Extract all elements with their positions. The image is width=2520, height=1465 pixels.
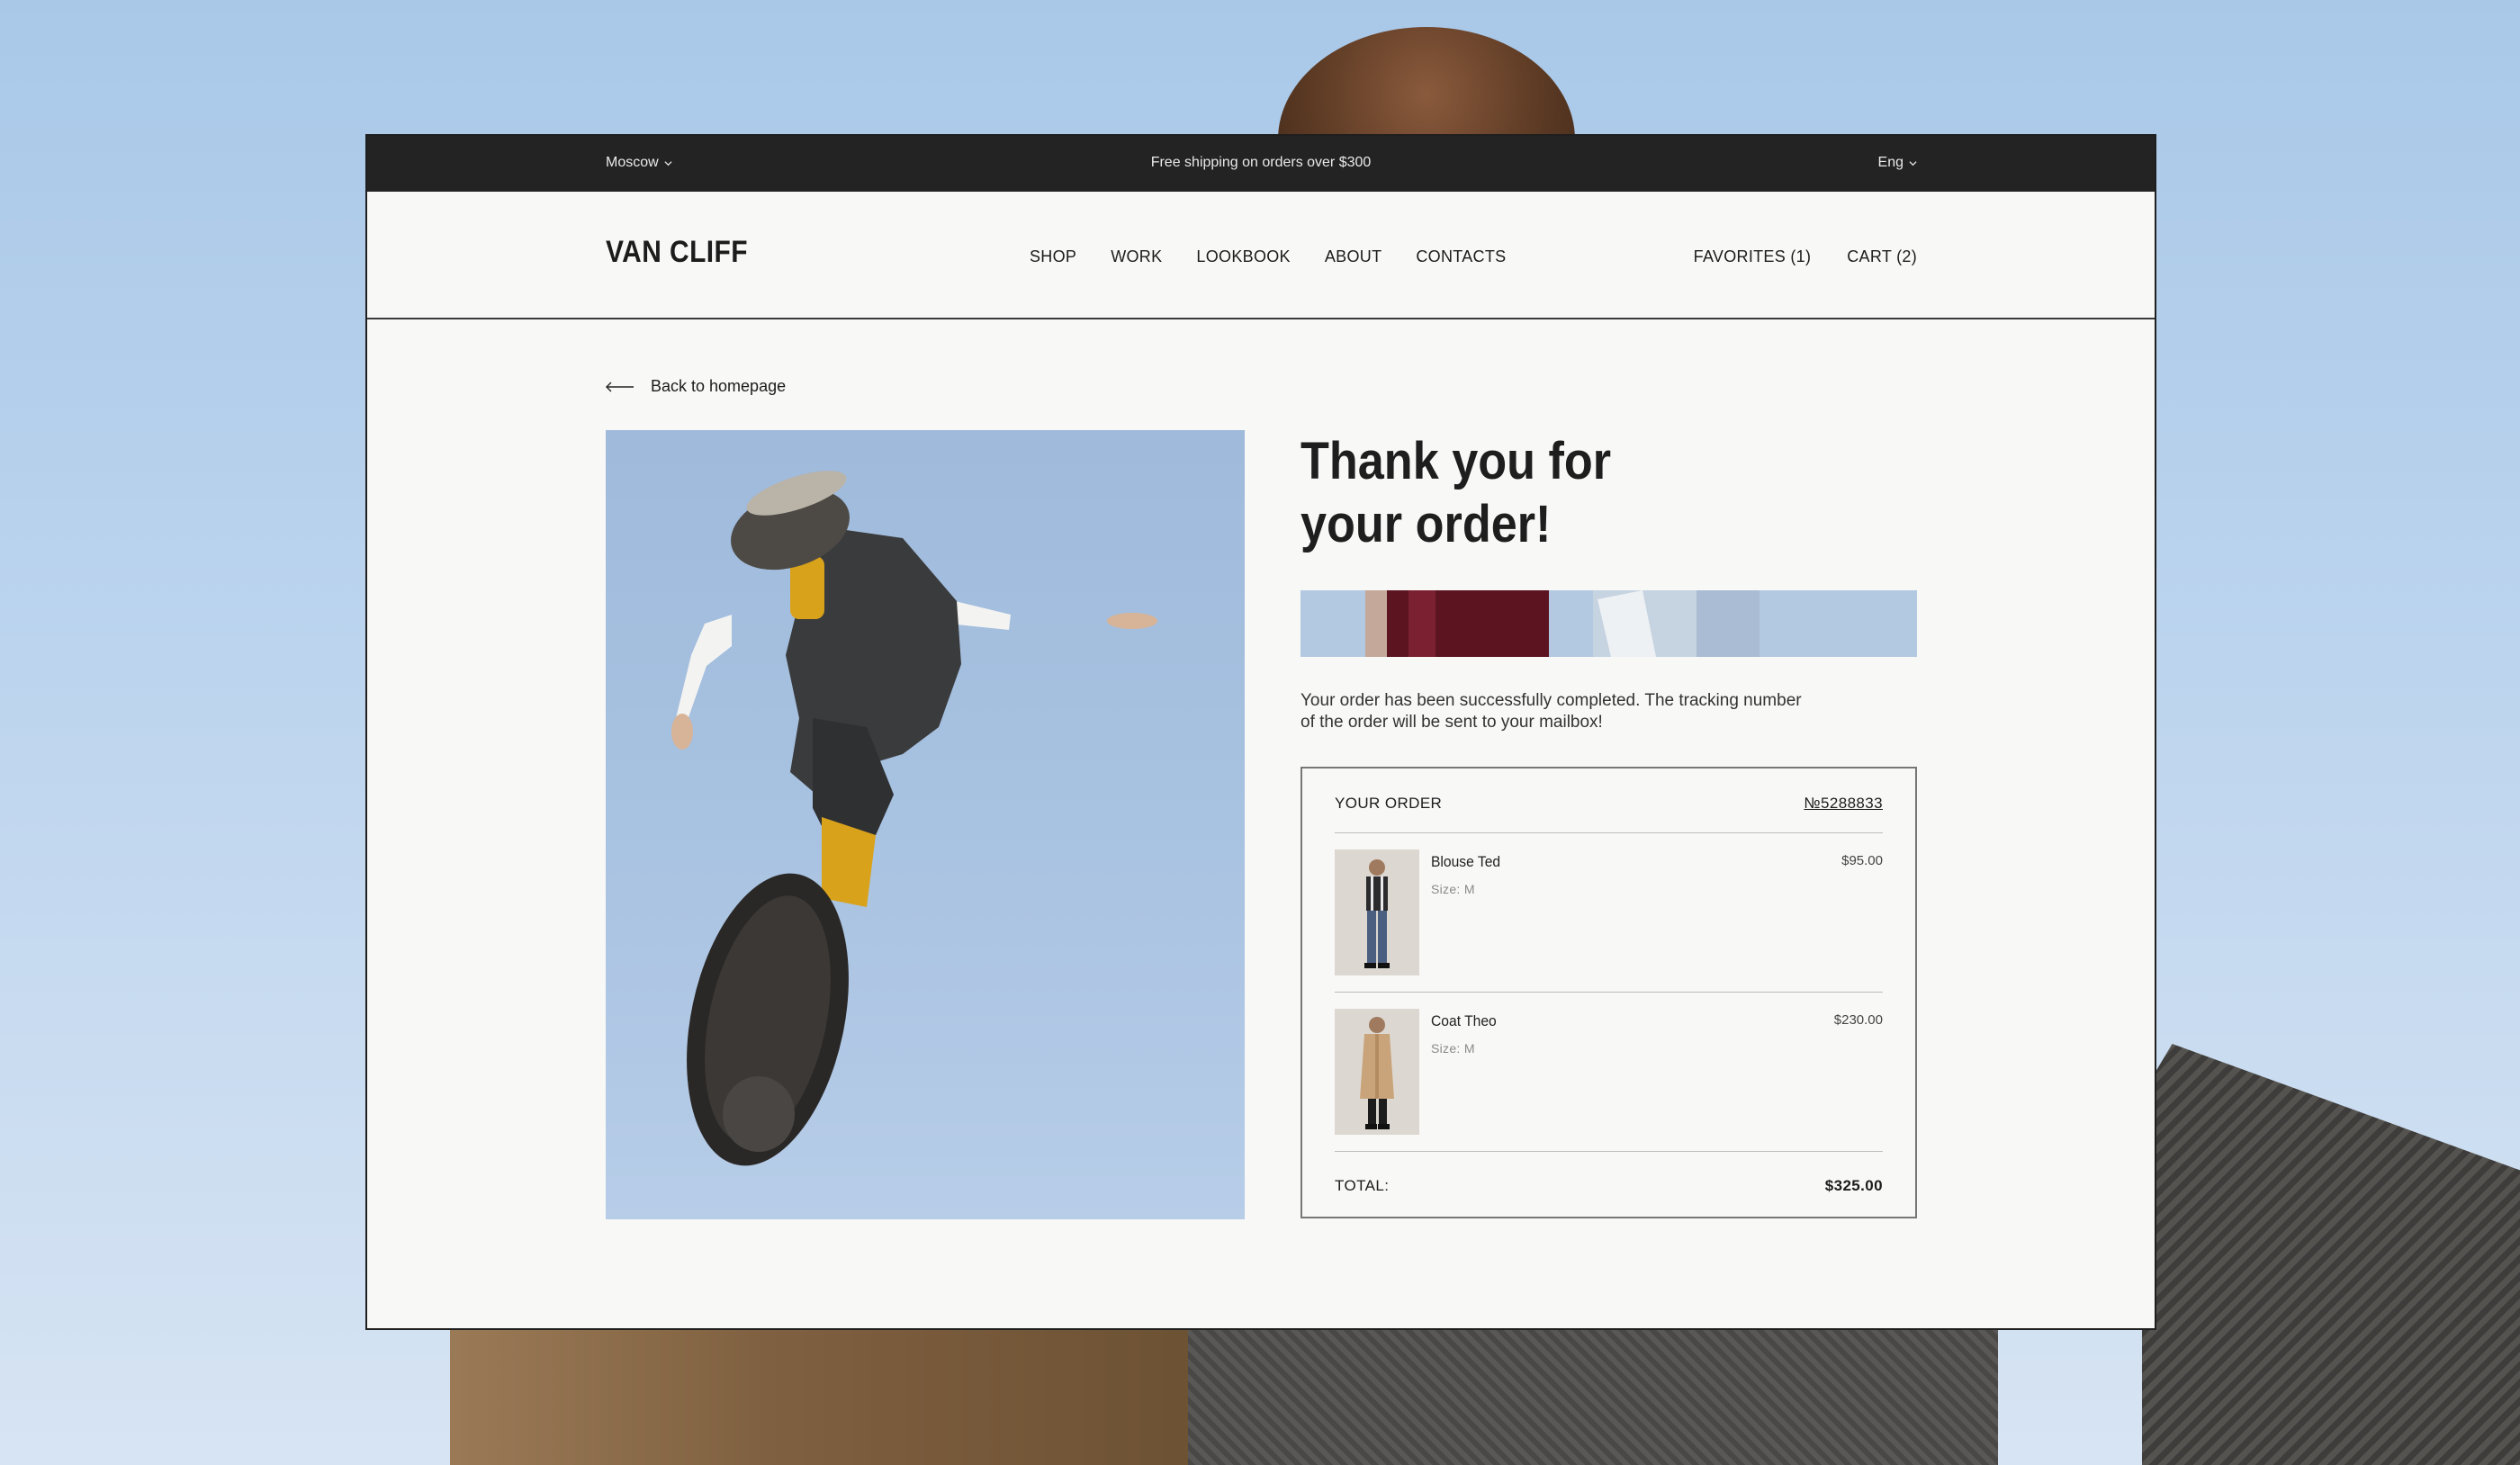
decorative-photo-strip (1300, 590, 1917, 657)
back-to-homepage-link[interactable]: Back to homepage (606, 377, 786, 396)
product-size: Size: M (1431, 1041, 1475, 1056)
order-summary: YOUR ORDER №5288833 Blouse Ted Size: M $… (1300, 767, 1917, 1218)
title-line-1: Thank you for (1300, 432, 1612, 490)
background-coat-right (2142, 1044, 2520, 1465)
product-price: $95.00 (1841, 853, 1883, 868)
product-size: Size: M (1431, 882, 1475, 896)
cart-link[interactable]: CART (2) (1847, 247, 1917, 266)
browser-window: Moscow Free shipping on orders over $300… (365, 134, 2156, 1330)
order-item[interactable]: Coat Theo Size: M $230.00 (1335, 993, 1883, 1152)
nav-about[interactable]: ABOUT (1325, 247, 1382, 266)
order-total: TOTAL: $325.00 (1335, 1152, 1883, 1219)
product-info: Coat Theo Size: M (1431, 1009, 1502, 1151)
arrow-left-icon (606, 382, 634, 391)
nav-contacts[interactable]: CONTACTS (1416, 247, 1506, 266)
nav-work[interactable]: WORK (1111, 247, 1162, 266)
product-thumbnail[interactable] (1335, 849, 1419, 975)
background-coat-left (450, 1314, 1242, 1465)
page-title: Thank you for your order! (1300, 430, 1611, 556)
jumping-model-illustration (671, 471, 1157, 1166)
order-item[interactable]: Blouse Ted Size: M $95.00 (1335, 833, 1883, 993)
blouse-model-image (1335, 849, 1419, 975)
main-nav: SHOP WORK LOOKBOOK ABOUT CONTACTS (1030, 247, 1506, 266)
back-link-label: Back to homepage (651, 377, 787, 395)
favorites-link[interactable]: FAVORITES (1) (1694, 247, 1812, 266)
total-amount: $325.00 (1824, 1176, 1883, 1194)
announcement-bar: Moscow Free shipping on orders over $300… (367, 136, 2155, 192)
chevron-down-icon (1909, 160, 1917, 166)
models-strip-illustration (1300, 590, 1917, 657)
order-number-link[interactable]: №5288833 (1804, 795, 1883, 813)
user-links: FAVORITES (1) CART (2) (1694, 247, 1917, 266)
product-price: $230.00 (1833, 1012, 1883, 1028)
coat-model-image (1335, 1009, 1419, 1135)
nav-lookbook[interactable]: LOOKBOOK (1196, 247, 1290, 266)
site-header: VAN CLIFF SHOP WORK LOOKBOOK ABOUT CONTA… (367, 192, 2155, 319)
product-name[interactable]: Coat Theo (1431, 1012, 1497, 1030)
title-line-2: your order! (1300, 495, 1552, 553)
product-thumbnail[interactable] (1335, 1009, 1419, 1135)
product-info: Blouse Ted Size: M (1431, 849, 1507, 992)
language-label: Eng (1877, 155, 1904, 170)
language-selector[interactable]: Eng (1878, 155, 1917, 171)
hero-photo (606, 430, 1245, 1219)
product-name[interactable]: Blouse Ted (1431, 853, 1500, 871)
total-label: TOTAL: (1335, 1176, 1390, 1194)
order-summary-header: YOUR ORDER №5288833 (1335, 768, 1883, 833)
site-logo[interactable]: VAN CLIFF (606, 235, 748, 270)
nav-shop[interactable]: SHOP (1030, 247, 1076, 266)
order-confirmation-message: Your order has been successfully complet… (1300, 691, 1802, 732)
order-heading: YOUR ORDER (1335, 794, 1443, 812)
